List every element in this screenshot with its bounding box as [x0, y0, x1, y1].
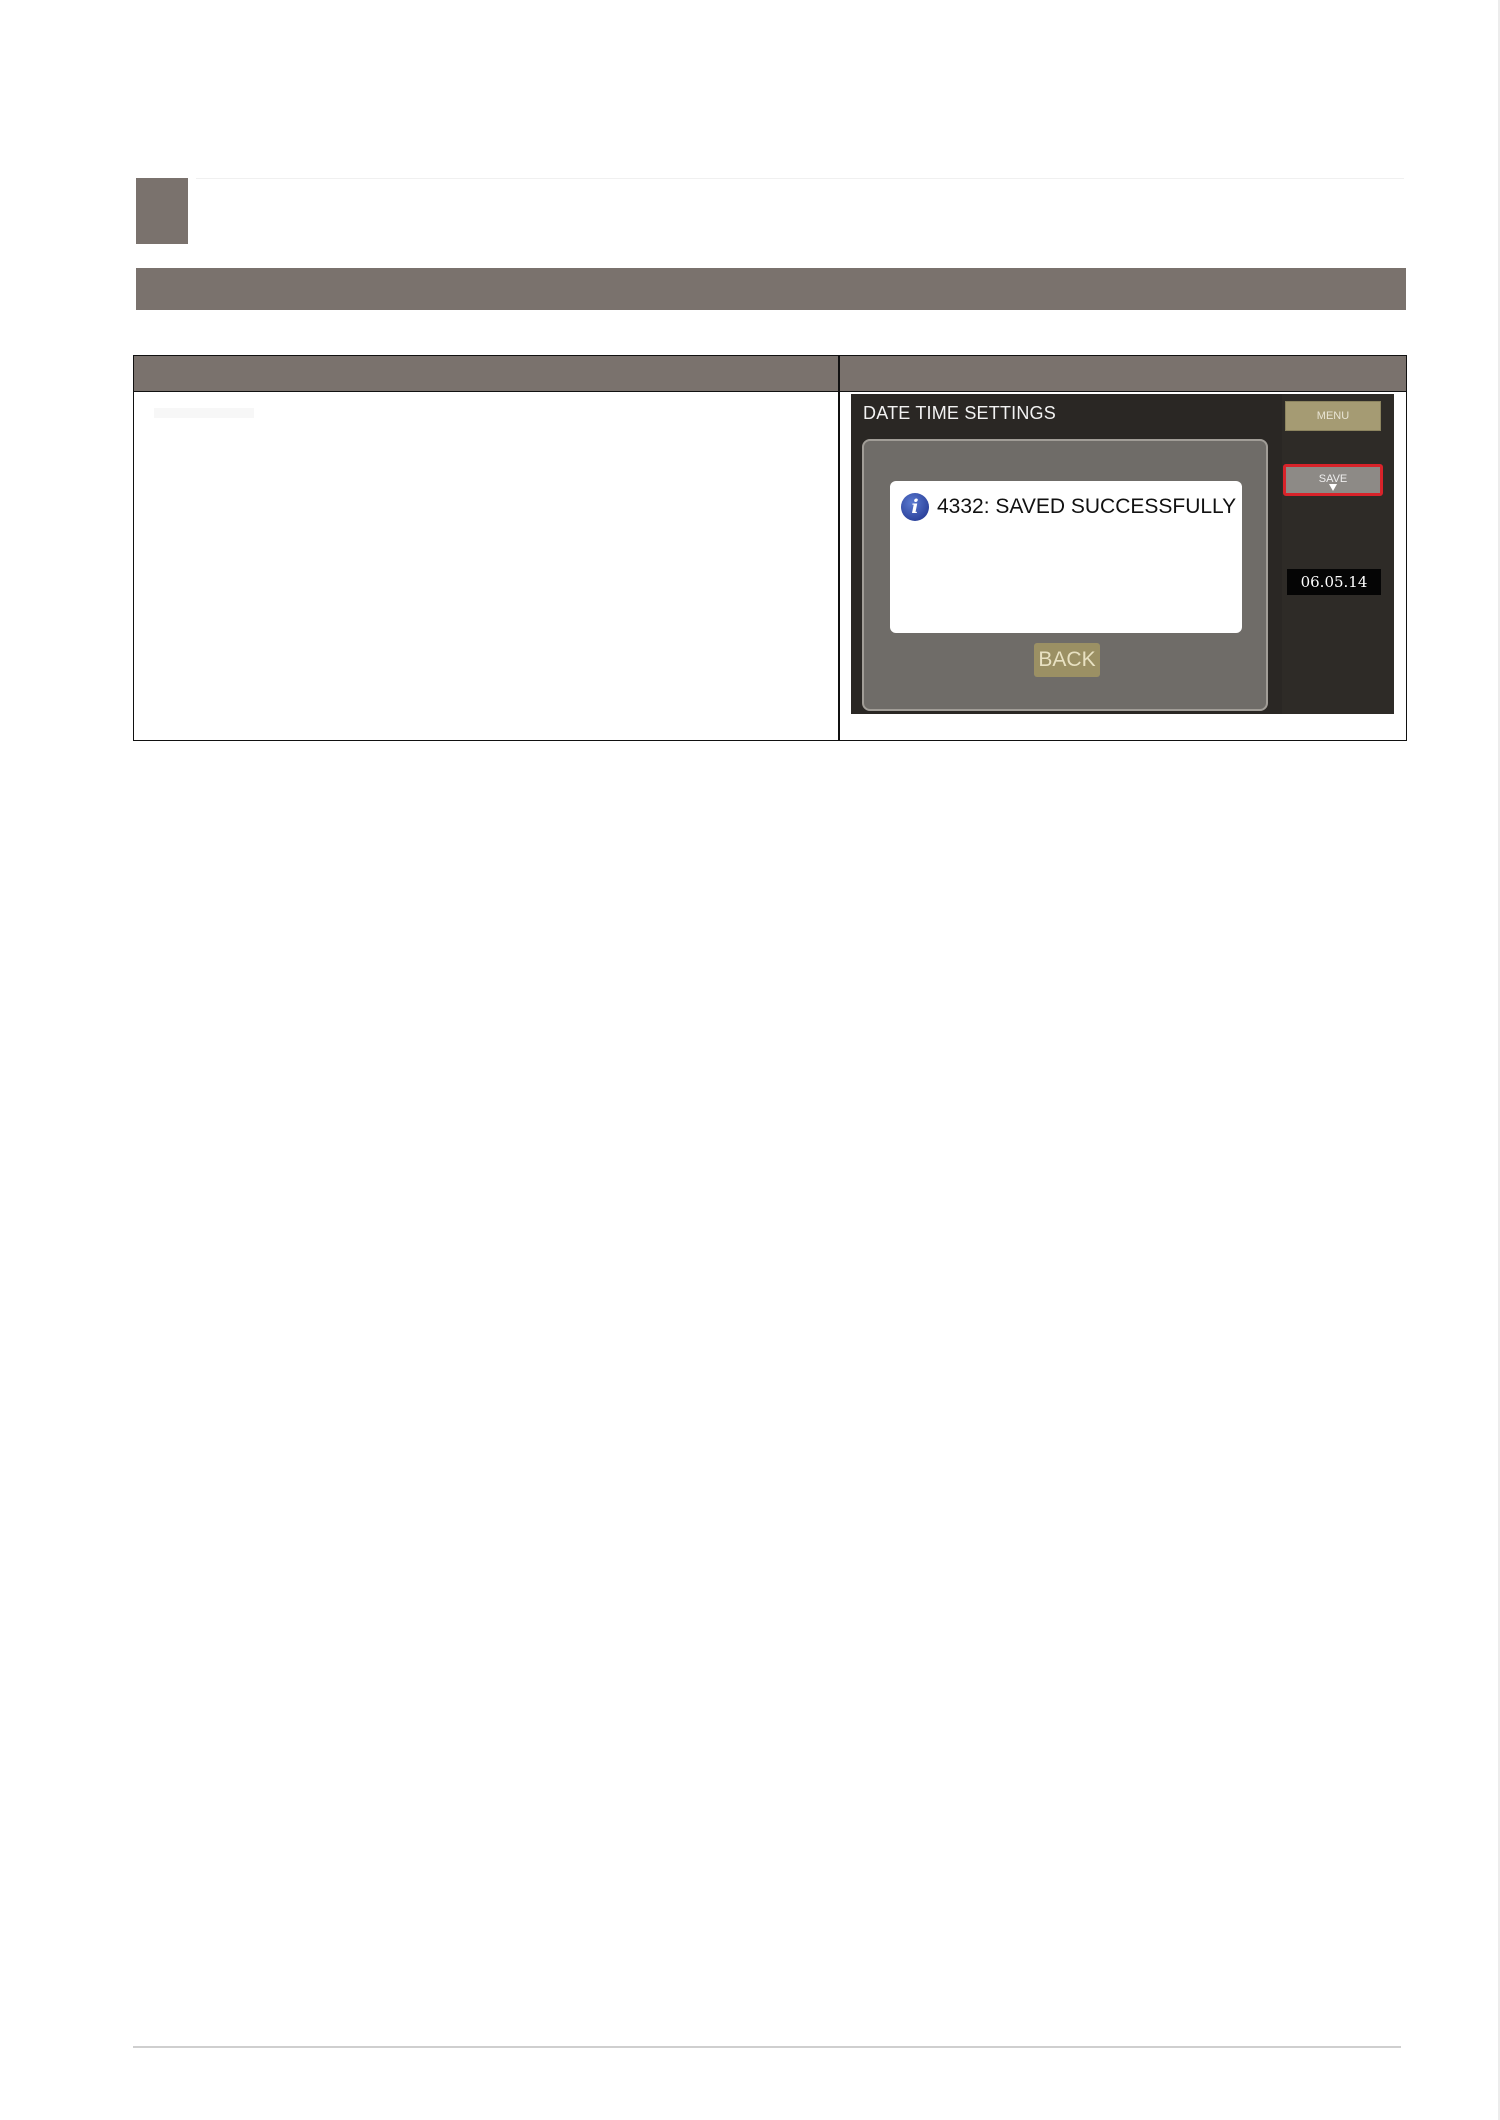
table-header-row [134, 356, 1406, 392]
header-divider [838, 356, 840, 392]
dialog-message-box: i 4332: SAVED SUCCESSFULLY [890, 481, 1242, 633]
chapter-marker [136, 178, 188, 244]
footer-rule [133, 2046, 1401, 2048]
column-divider [838, 392, 840, 740]
instruction-table: DATE TIME SETTINGS MENU SAVE 06.05.14 i … [133, 355, 1407, 741]
menu-button[interactable]: MENU [1285, 401, 1381, 431]
device-screenshot: DATE TIME SETTINGS MENU SAVE 06.05.14 i … [851, 394, 1394, 714]
dialog: i 4332: SAVED SUCCESSFULLY BACK [862, 439, 1268, 711]
instruction-cell [154, 408, 254, 418]
section-header-bar [136, 268, 1406, 310]
info-icon: i [901, 493, 929, 521]
chapter-rule [196, 178, 1404, 179]
dialog-message: 4332: SAVED SUCCESSFULLY [937, 495, 1237, 518]
back-button[interactable]: BACK [1034, 643, 1100, 677]
save-button[interactable]: SAVE [1283, 464, 1383, 496]
screen-title: DATE TIME SETTINGS [863, 403, 1056, 423]
cursor-icon [1329, 484, 1337, 491]
device-side-panel [1282, 394, 1394, 714]
date-field[interactable]: 06.05.14 [1287, 569, 1381, 595]
